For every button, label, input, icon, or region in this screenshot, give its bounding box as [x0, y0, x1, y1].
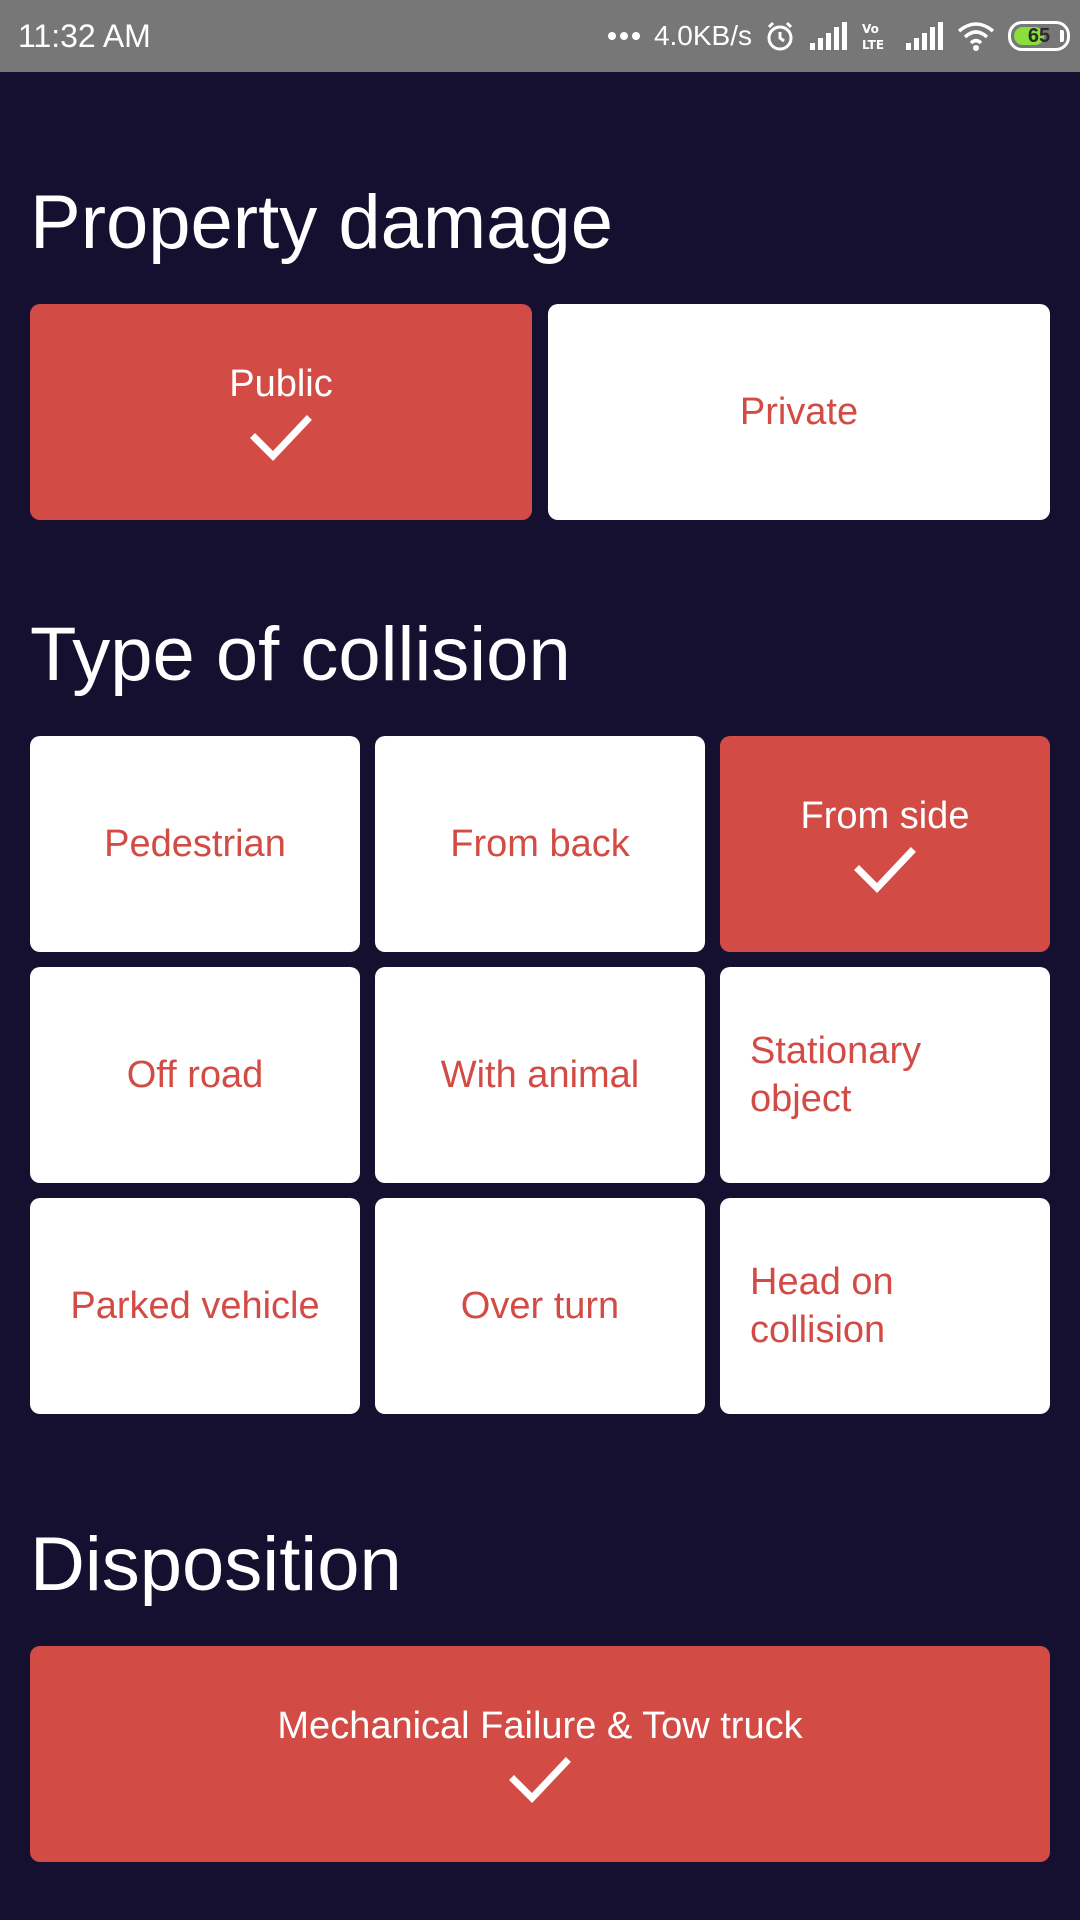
- battery-icon: 65: [1008, 21, 1070, 51]
- option-label: Parked vehicle: [70, 1285, 320, 1327]
- option-from-side[interactable]: From side: [720, 736, 1050, 952]
- option-off-road[interactable]: Off road: [30, 967, 360, 1183]
- alarm-icon: [764, 20, 796, 52]
- status-icons: 4.0KB/s Vo LTE 65: [606, 12, 1070, 60]
- check-icon: [509, 1757, 571, 1804]
- volte-icon: Vo LTE: [860, 20, 892, 52]
- option-pedestrian[interactable]: Pedestrian: [30, 736, 360, 952]
- option-label: Stationary object: [750, 1030, 922, 1120]
- option-label: From side: [800, 795, 970, 837]
- signal-icon: [808, 21, 848, 51]
- network-speed: 4.0KB/s: [653, 20, 752, 51]
- option-label: Mechanical Failure & Tow truck: [277, 1705, 803, 1747]
- option-label: Head on collision: [750, 1261, 894, 1351]
- status-bar: 11:32 AM 4.0KB/s Vo LTE 65: [0, 0, 1080, 72]
- signal-icon-2: [904, 21, 944, 51]
- wifi-icon: [956, 20, 996, 52]
- option-parked-vehicle[interactable]: Parked vehicle: [30, 1198, 360, 1414]
- check-icon: [250, 415, 312, 462]
- property-damage-title: Property damage: [30, 180, 613, 265]
- option-label: From back: [450, 823, 630, 865]
- option-head-on-collision[interactable]: Head on collision: [720, 1198, 1050, 1414]
- option-label: Off road: [126, 1054, 264, 1096]
- option-with-animal[interactable]: With animal: [375, 967, 705, 1183]
- collision-title: Type of collision: [30, 612, 571, 697]
- option-label: Public: [229, 363, 333, 405]
- svg-text:Vo: Vo: [862, 22, 879, 36]
- option-from-back[interactable]: From back: [375, 736, 705, 952]
- option-label: Pedestrian: [104, 823, 286, 865]
- disposition-title: Disposition: [30, 1522, 402, 1607]
- option-public[interactable]: Public: [30, 304, 532, 520]
- more-dots-icon: [606, 30, 642, 42]
- option-label: Private: [739, 391, 859, 433]
- option-mechanical-failure-tow-truck[interactable]: Mechanical Failure & Tow truck: [30, 1646, 1050, 1862]
- check-icon: [854, 847, 916, 894]
- svg-text:LTE: LTE: [862, 38, 884, 52]
- option-label: Over turn: [460, 1285, 620, 1327]
- status-time: 11:32 AM: [18, 18, 151, 54]
- option-over-turn[interactable]: Over turn: [375, 1198, 705, 1414]
- battery-percent: 65: [1027, 25, 1051, 47]
- option-label: With animal: [440, 1054, 640, 1096]
- option-stationary-object[interactable]: Stationary object: [720, 967, 1050, 1183]
- option-private[interactable]: Private: [548, 304, 1050, 520]
